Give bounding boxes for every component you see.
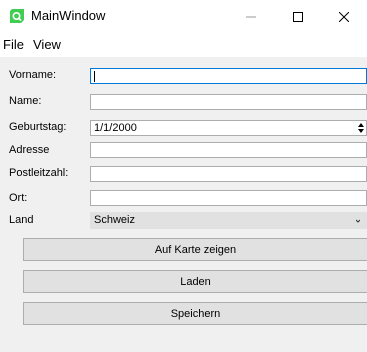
vorname-input[interactable] [90,68,367,84]
geburtstag-label: Geburtstag: [9,121,67,133]
land-combobox[interactable]: Schweiz [90,212,367,229]
save-button-label: Speichern [170,307,221,320]
maximize-icon [293,11,303,22]
form-panel: Vorname: Name: Geburtstag: 1/1/2000 Adre… [0,57,367,352]
minimize-icon [246,16,256,17]
maximize-button[interactable] [275,0,321,33]
chevron-down-icon [356,219,360,223]
land-selected: Schweiz [94,214,135,226]
name-input[interactable] [90,94,367,110]
close-icon [339,11,349,22]
adresse-input[interactable] [90,142,367,158]
land-label: Land [9,214,34,226]
spin-arrows-icon[interactable] [358,122,364,134]
ort-input[interactable] [90,190,367,206]
load-button-label: Laden [180,275,211,288]
name-label: Name: [9,95,42,107]
menu-view[interactable]: View [33,37,61,52]
load-button[interactable]: Laden [23,270,367,293]
menu-file[interactable]: File [3,37,24,52]
postleitzahl-label: Postleitzahl: [9,167,69,179]
close-button[interactable] [321,0,367,33]
vorname-label: Vorname: [9,69,57,81]
main-window: MainWindow File View Vorname: Name: Gebu… [0,0,367,352]
qt-app-icon [10,9,24,23]
save-button[interactable]: Speichern [23,302,367,325]
geburtstag-date-input[interactable]: 1/1/2000 [90,120,367,136]
adresse-label: Adresse [9,144,50,156]
window-title: MainWindow [31,8,106,23]
postleitzahl-input[interactable] [90,166,367,182]
ort-label: Ort: [9,192,28,204]
menu-bar: File View [0,33,367,57]
show-map-button-label: Auf Karte zeigen [154,243,237,256]
minimize-button[interactable] [228,0,274,33]
show-map-button[interactable]: Auf Karte zeigen [23,238,367,261]
geburtstag-value: 1/1/2000 [94,122,137,134]
text-caret [94,71,95,82]
title-bar[interactable]: MainWindow [0,0,367,33]
